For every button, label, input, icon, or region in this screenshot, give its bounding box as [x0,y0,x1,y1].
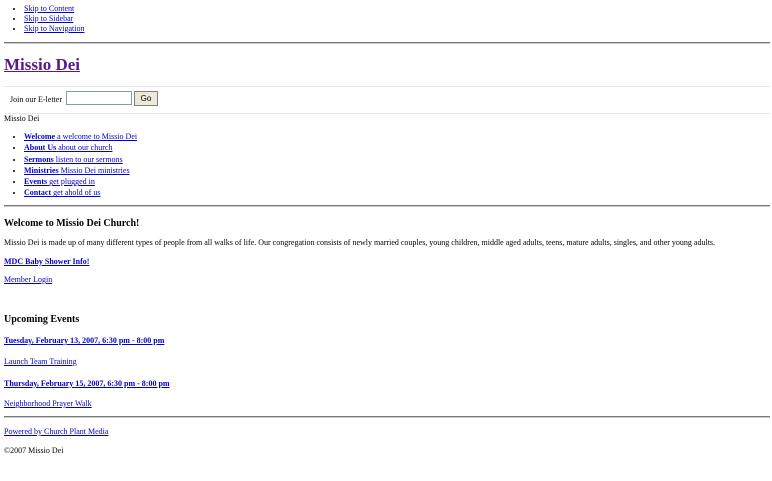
event-date-link[interactable]: Thursday, February 15, 2007, 6:30 pm - 8… [4,379,170,388]
copyright: ©2007 Missio Dei [4,446,64,455]
event-date-link[interactable]: Tuesday, February 13, 2007, 6:30 pm - 8:… [4,336,164,345]
powered-by-link[interactable]: Powered by Church Plant Media [4,427,108,436]
powered-by: Powered by Church Plant Media [4,427,108,436]
skip-to-sidebar-link[interactable]: Skip to Sidebar [24,14,73,23]
nav-item-ministries: Ministries Missio Dei ministries [24,165,137,176]
nav-item-desc: a welcome to Missio Dei [57,132,138,141]
event-date: Thursday, February 15, 2007, 6:30 pm - 8… [4,379,170,388]
nav-item-sermons: Sermons listen to our sermons [24,154,137,165]
main-navigation: Welcome a welcome to Missio Dei About Us… [4,131,137,199]
eletter-label: Join our E-letter [10,95,62,104]
site-title: Missio Dei [4,54,80,76]
nav-item-title: Sermons [24,154,54,164]
nav-item-title: Welcome [24,132,56,141]
nav-item-events: Events get plugged in [24,176,137,187]
top-divider [4,42,770,44]
eletter-email-input[interactable] [66,91,132,105]
nav-item-desc: get ahold of us [53,188,101,198]
nav-item-contact: Contact get ahold of us [24,187,137,198]
skip-link-item: Skip to Content [24,4,84,14]
nav-link-sermons[interactable]: Sermons listen to our sermons [24,155,123,164]
eletter-go-button[interactable]: Go [134,91,158,106]
skip-links: Skip to Content Skip to Sidebar Skip to … [4,4,84,34]
nav-item-title: About Us [24,143,57,153]
baby-shower-link[interactable]: MDC Baby Shower Info! [4,257,89,266]
nav-link-welcome[interactable]: Welcome a welcome to Missio Dei [24,132,137,141]
member-login: Member Login [4,275,52,284]
eletter-signup: Join our E-letter Go [4,86,770,114]
event-name: Neighborhood Prayer Walk [4,399,92,408]
nav-item-title: Ministries [24,165,59,175]
skip-to-content-link[interactable]: Skip to Content [24,4,74,13]
nav-item-title: Contact [24,188,52,198]
site-title-link[interactable]: Missio Dei [4,55,80,74]
nav-link-ministries[interactable]: Ministries Missio Dei ministries [24,166,130,175]
event-name: Launch Team Training [4,357,77,366]
nav-item-desc: get plugged in [49,177,95,187]
footer-divider [4,416,770,418]
nav-heading: Missio Dei [4,114,40,123]
skip-link-item: Skip to Sidebar [24,14,84,24]
baby-shower-info: MDC Baby Shower Info! [4,257,89,266]
nav-divider [4,205,770,207]
member-login-link[interactable]: Member Login [4,275,52,284]
content-title: Welcome to Missio Dei Church! [4,218,140,229]
nav-item-desc: Missio Dei ministries [60,165,130,175]
event-name-link[interactable]: Neighborhood Prayer Walk [4,399,92,408]
nav-item-title: Events [24,177,48,187]
nav-link-events[interactable]: Events get plugged in [24,177,95,186]
skip-to-navigation-link[interactable]: Skip to Navigation [24,24,84,33]
events-title: Upcoming Events [4,314,80,325]
nav-item-about: About Us about our church [24,142,137,153]
event-date: Tuesday, February 13, 2007, 6:30 pm - 8:… [4,336,164,345]
nav-item-desc: about our church [58,143,113,153]
skip-link-item: Skip to Navigation [24,24,84,34]
event-name-link[interactable]: Launch Team Training [4,357,77,366]
nav-link-about[interactable]: About Us about our church [24,143,112,152]
nav-link-contact[interactable]: Contact get ahold of us [24,188,100,197]
nav-item-desc: listen to our sermons [55,154,123,164]
nav-item-welcome: Welcome a welcome to Missio Dei [24,131,137,142]
intro-paragraph: Missio Dei is made up of many different … [4,238,716,247]
